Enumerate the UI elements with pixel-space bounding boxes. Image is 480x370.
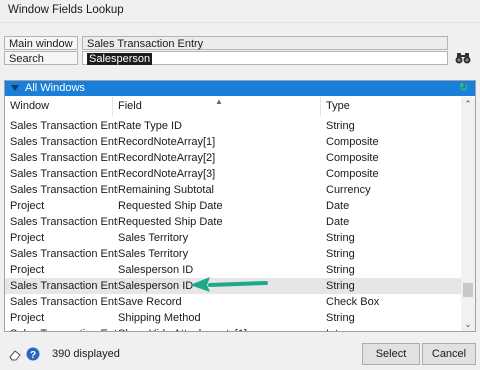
cell-window: Sales Transaction Entry [10,168,118,180]
table-row[interactable]: Project Requested Ship Date Date [5,198,461,214]
list-header: All Windows ↻ [5,81,475,96]
table-row[interactable]: Sales Transaction Entry RecordNoteArray[2… [5,150,461,166]
cell-type: Date [326,200,350,212]
cell-type: String [326,120,355,132]
cell-field: Remaining Subtotal [118,184,215,196]
search-input[interactable]: Salesperson [82,51,448,65]
search-button[interactable] [452,50,474,65]
select-button[interactable]: Select [362,343,420,365]
cell-type: String [326,248,355,260]
titlebar-divider [0,22,480,23]
cell-field: RecordNoteArray[3] [118,168,216,180]
list-rows: Sales Transaction Entry Rate Type ID Strin… [5,118,461,331]
cell-field: Save Record [118,296,182,308]
cell-window: Project [10,312,45,324]
table-row[interactable]: Sales Transaction Entry Rate Type ID Strin… [5,118,461,134]
cell-window: Project [10,200,45,212]
cell-type: Integer [321,326,466,331]
arrow-icon [190,277,268,292]
cell-field: Shipping Method [118,312,201,324]
cell-type: Composite [326,152,379,164]
table-row[interactable]: Sales Transaction Entry Requested Ship Da… [5,214,461,230]
window-title: Window Fields Lookup [8,4,124,16]
collapse-icon[interactable] [11,85,19,91]
cell-type: Check Box [326,296,380,308]
cell-type: Currency [326,184,371,196]
cell-window: Sales Transaction Entry [10,216,118,228]
cell-type: String [326,232,355,244]
cell-field: Rate Type ID [118,120,182,132]
table-row[interactable]: Sales Transaction Entry Remaining Subtota… [5,182,461,198]
svg-text:?: ? [30,350,36,361]
column-header-window[interactable]: Window [5,97,113,116]
search-label: Search [4,51,78,65]
cell-type: String [326,264,355,276]
scroll-down-icon[interactable]: ⌄ [461,317,475,331]
cancel-button[interactable]: Cancel [422,343,476,365]
search-input-text: Salesperson [87,53,153,65]
cell-type: Composite [326,168,379,180]
cell-field: RecordNoteArray[2] [118,152,216,164]
list-header-title: All Windows [25,82,85,94]
table-row[interactable]: Sales Transaction EntryShow Hide Attachm… [5,326,461,331]
cell-field: RecordNoteArray[1] [118,136,216,148]
cell-window: Sales Transaction Entry [10,120,118,132]
cell-window: Sales Transaction Entry [10,152,118,164]
cell-type: Date [326,216,350,228]
record-count: 390 displayed [52,348,120,360]
cell-window: Sales Transaction Entry [10,296,118,308]
table-row[interactable]: Sales Transaction Entry RecordNoteArray[3… [5,166,461,182]
table-row[interactable]: Sales Transaction Entry Save Record Check … [5,294,461,310]
scroll-thumb[interactable] [463,283,473,297]
eraser-icon[interactable] [8,347,22,361]
table-row[interactable]: Project Sales Territory String [5,230,461,246]
vertical-scrollbar[interactable]: ⌃ ⌄ [461,97,475,331]
binoculars-icon [455,52,471,63]
cell-window: Sales Transaction Entry [10,184,118,196]
cell-window: Sales Transaction Entry [10,280,118,292]
cell-field: Sales Territory [118,248,189,260]
cell-field: Requested Ship Date [118,216,223,228]
table-row[interactable]: Sales Transaction Entry Sales Territory St… [5,246,461,262]
cell-field: Requested Ship Date [118,200,223,212]
cell-field: Sales Territory [118,232,189,244]
sort-ascending-icon: ▲ [215,97,223,106]
cell-window: Project [10,264,45,276]
cell-type: String [326,280,355,292]
column-header-type[interactable]: Type [321,97,461,116]
main-window-label: Main window [4,36,78,50]
cell-window: Sales Transaction Entry [10,248,118,260]
scroll-up-icon[interactable]: ⌃ [461,97,475,111]
cell-window: Sales Transaction Entry [5,326,118,331]
window-titlebar: Window Fields Lookup [0,0,480,22]
help-icon[interactable]: ? [26,347,40,361]
cell-window: Sales Transaction Entry [10,136,118,148]
cell-window: Project [10,232,45,244]
main-window-value: Sales Transaction Entry [82,36,448,50]
table-row[interactable]: Sales Transaction Entry RecordNoteArray[1… [5,134,461,150]
table-row[interactable]: Project Shipping Method String [5,310,461,326]
cell-type: Composite [326,136,379,148]
cell-type: String [326,312,355,324]
cell-field: Show Hide Attachments[1] [113,326,326,331]
fields-list[interactable]: All Windows ↻ Window Field Type ▲ Sales … [4,80,476,332]
refresh-icon[interactable]: ↻ [459,82,469,94]
